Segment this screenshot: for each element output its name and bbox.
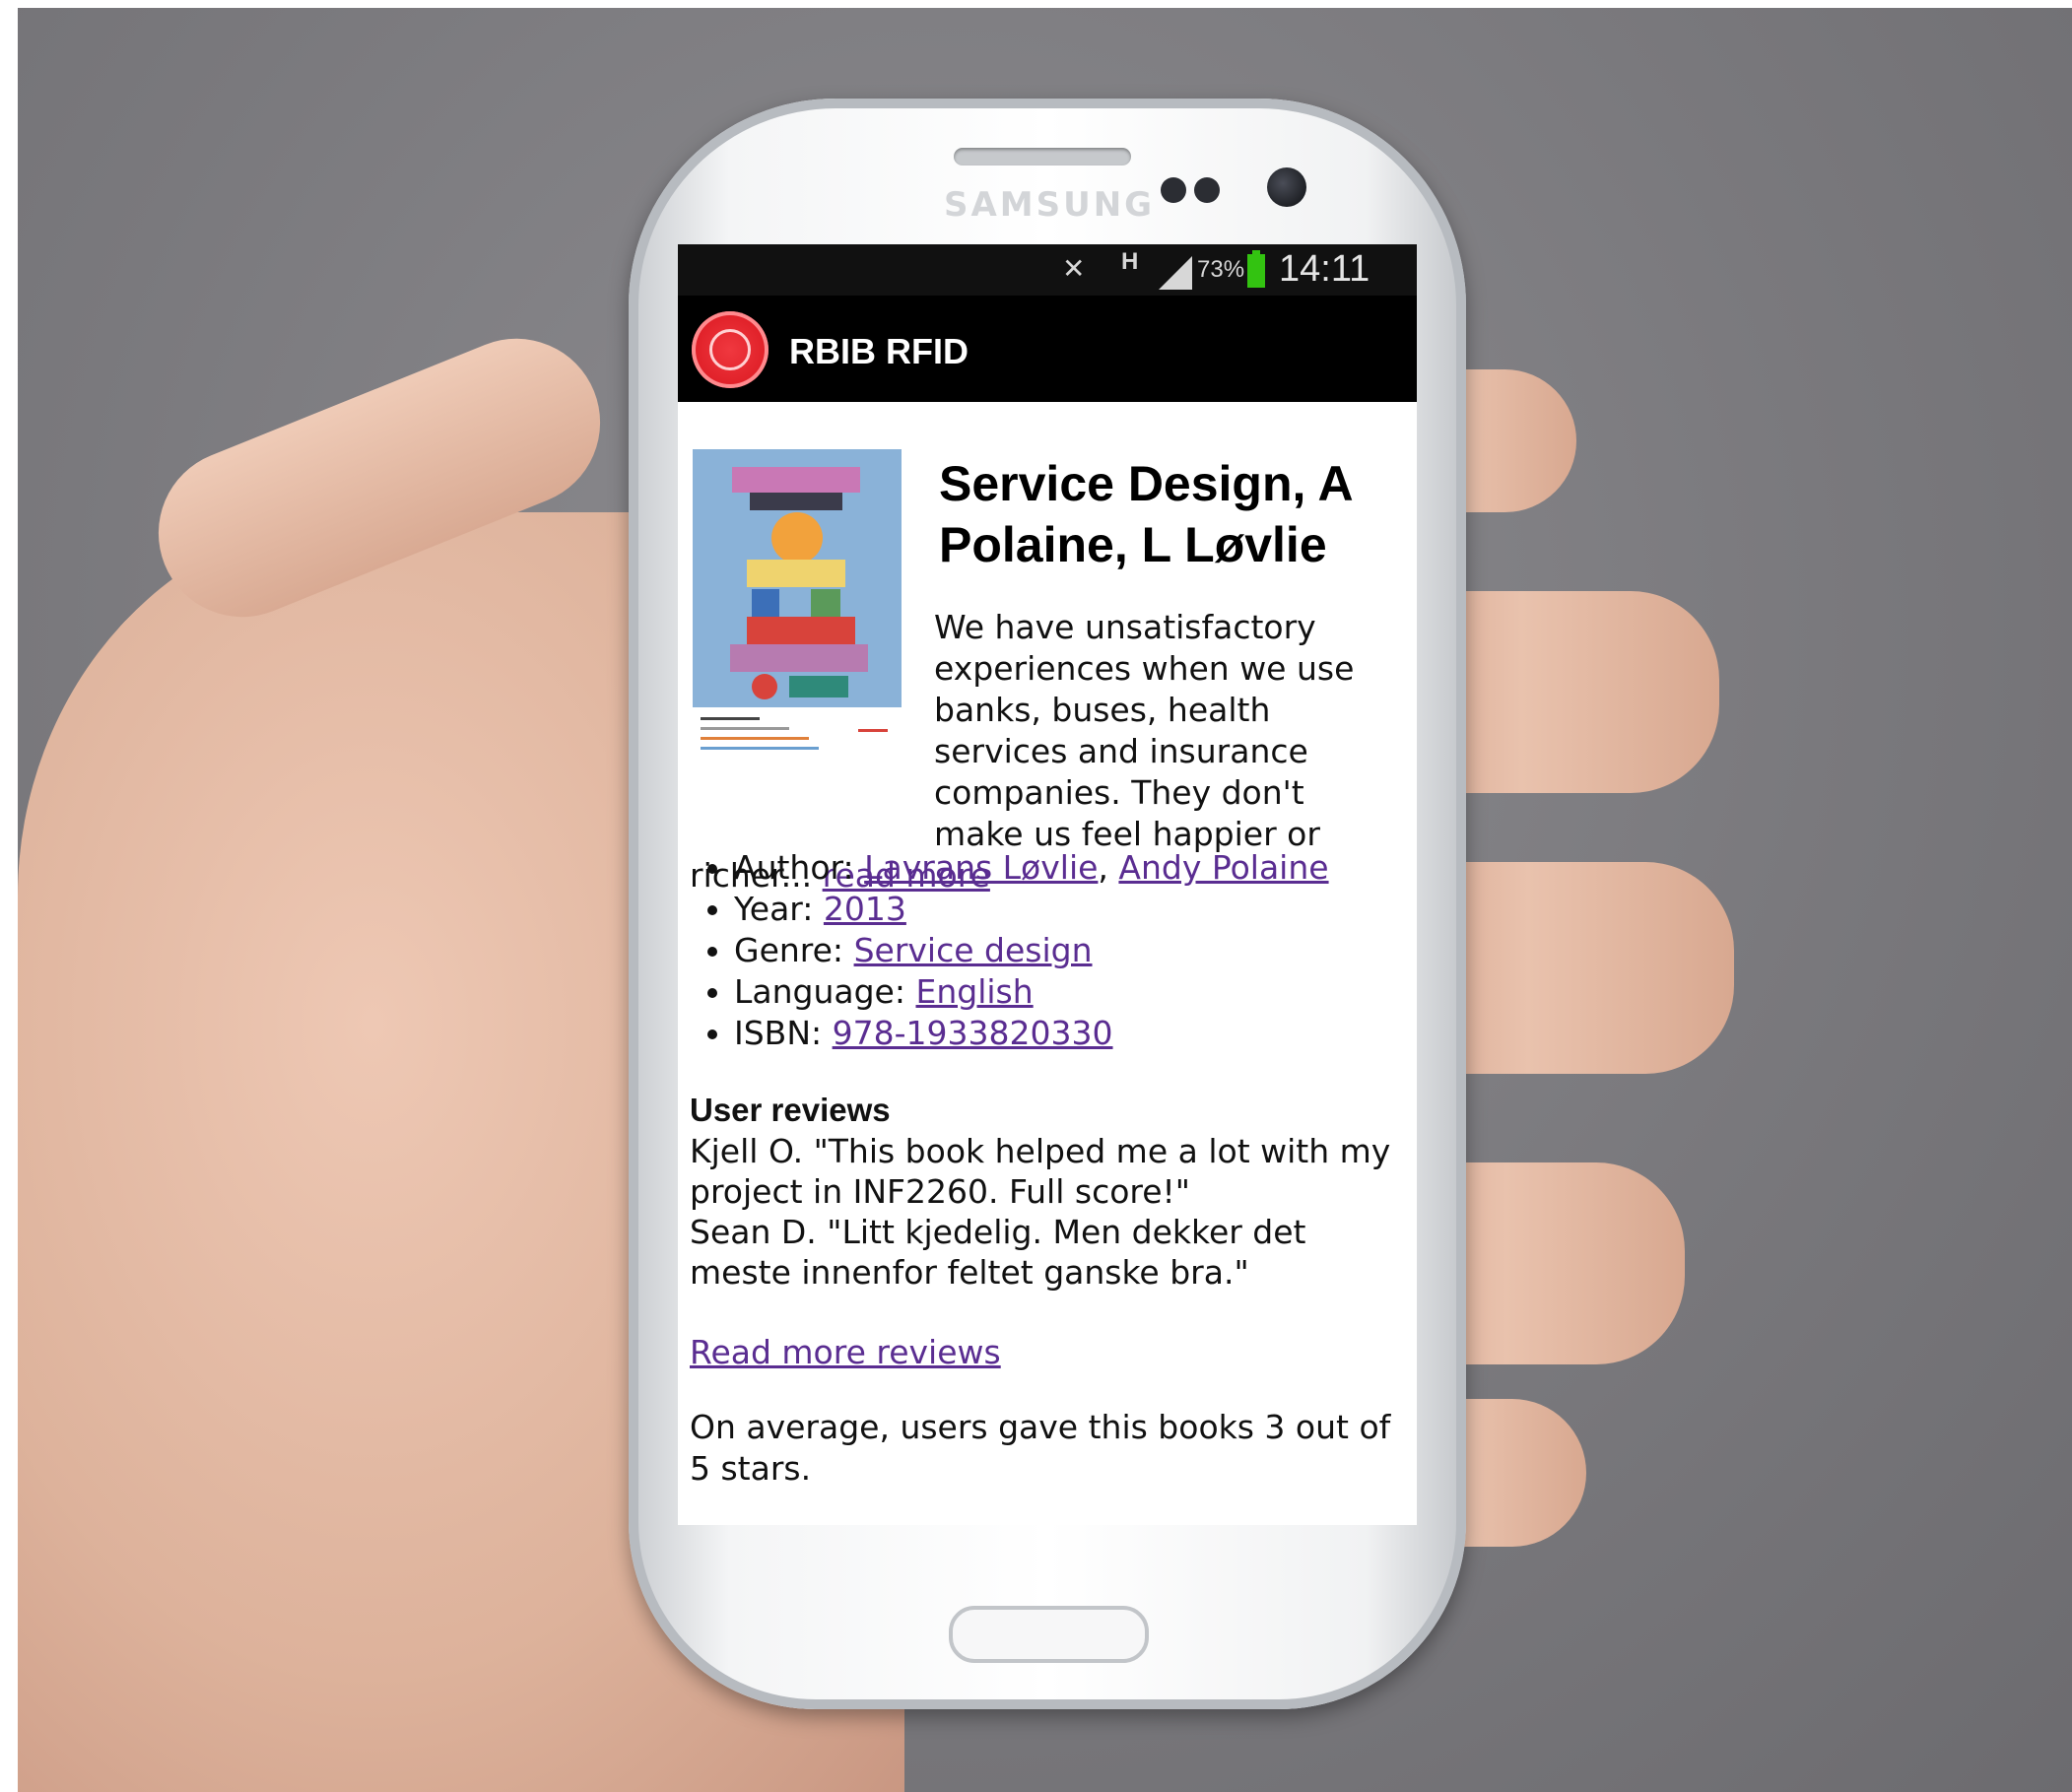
reviews-heading: User reviews: [690, 1092, 891, 1128]
book-title: Service Design, A Polaine, L Løvlie: [939, 453, 1392, 575]
status-bar: ✕ H 73% 14:11: [678, 244, 1417, 296]
author-separator: ,: [1098, 848, 1108, 887]
language-label: Language:: [734, 972, 905, 1011]
author-label: Author:: [734, 848, 854, 887]
battery-percent: 73%: [1197, 256, 1245, 283]
network-type: H: [1121, 248, 1139, 275]
review-author: Kjell O.: [690, 1132, 804, 1170]
cover-shape: [747, 560, 845, 587]
description-spacer: [690, 607, 934, 820]
genre-label: Genre:: [734, 931, 844, 969]
author-link[interactable]: Lavrans Løvlie: [864, 848, 1098, 887]
genre-link[interactable]: Service design: [854, 931, 1093, 969]
detail-year: Year: 2013: [734, 889, 1417, 930]
detail-language: Language: English: [734, 971, 1417, 1013]
book-title-line: Polaine, L Løvlie: [939, 517, 1327, 572]
home-button[interactable]: [949, 1606, 1149, 1663]
action-bar: RBIB RFID: [678, 296, 1417, 402]
cover-shape: [750, 493, 842, 510]
review-author: Sean D.: [690, 1213, 817, 1251]
phone-screen: ✕ H 73% 14:11 RBIB RFID Service Design, …: [678, 244, 1417, 1525]
battery-icon: [1247, 250, 1265, 288]
earpiece-speaker: [954, 148, 1131, 166]
read-more-reviews-link[interactable]: Read more reviews: [690, 1333, 1001, 1371]
detail-genre: Genre: Service design: [734, 930, 1417, 971]
isbn-link[interactable]: 978-1933820330: [833, 1014, 1113, 1052]
isbn-label: ISBN:: [734, 1014, 823, 1052]
detail-author: Author: Lavrans Løvlie, Andy Polaine: [734, 847, 1417, 889]
author-link[interactable]: Andy Polaine: [1118, 848, 1328, 887]
front-camera: [1267, 167, 1306, 207]
photo-scene: SAMSUNG ✕ H 73% 14:11 RBIB RFID Service …: [0, 0, 2072, 1792]
clock: 14:11: [1279, 248, 1370, 290]
year-label: Year:: [734, 890, 814, 928]
review-item: Sean D. "Litt kjedelig. Men dekker det m…: [690, 1212, 1403, 1293]
cover-shape: [771, 512, 823, 564]
vibrate-mute-icon: ✕: [1062, 253, 1086, 284]
seal-emblem: [709, 329, 751, 370]
year-link[interactable]: 2013: [824, 890, 906, 928]
phone-brand: SAMSUNG: [944, 185, 1156, 225]
average-rating-text: On average, users gave this books 3 out …: [690, 1408, 1391, 1488]
university-seal-icon[interactable]: [692, 311, 769, 388]
light-sensor: [1194, 177, 1220, 203]
review-item: Kjell O. "This book helped me a lot with…: [690, 1131, 1403, 1212]
detail-isbn: ISBN: 978-1933820330: [734, 1013, 1417, 1054]
cover-shape: [732, 467, 860, 493]
proximity-sensor: [1161, 177, 1186, 203]
signal-strength-icon: [1159, 256, 1192, 290]
smartphone: SAMSUNG ✕ H 73% 14:11 RBIB RFID Service …: [629, 99, 1466, 1709]
app-title: RBIB RFID: [789, 331, 969, 371]
book-title-line: Service Design, A: [939, 456, 1354, 511]
book-details-list: Author: Lavrans Løvlie, Andy Polaine Yea…: [690, 847, 1417, 1054]
language-link[interactable]: English: [915, 972, 1033, 1011]
